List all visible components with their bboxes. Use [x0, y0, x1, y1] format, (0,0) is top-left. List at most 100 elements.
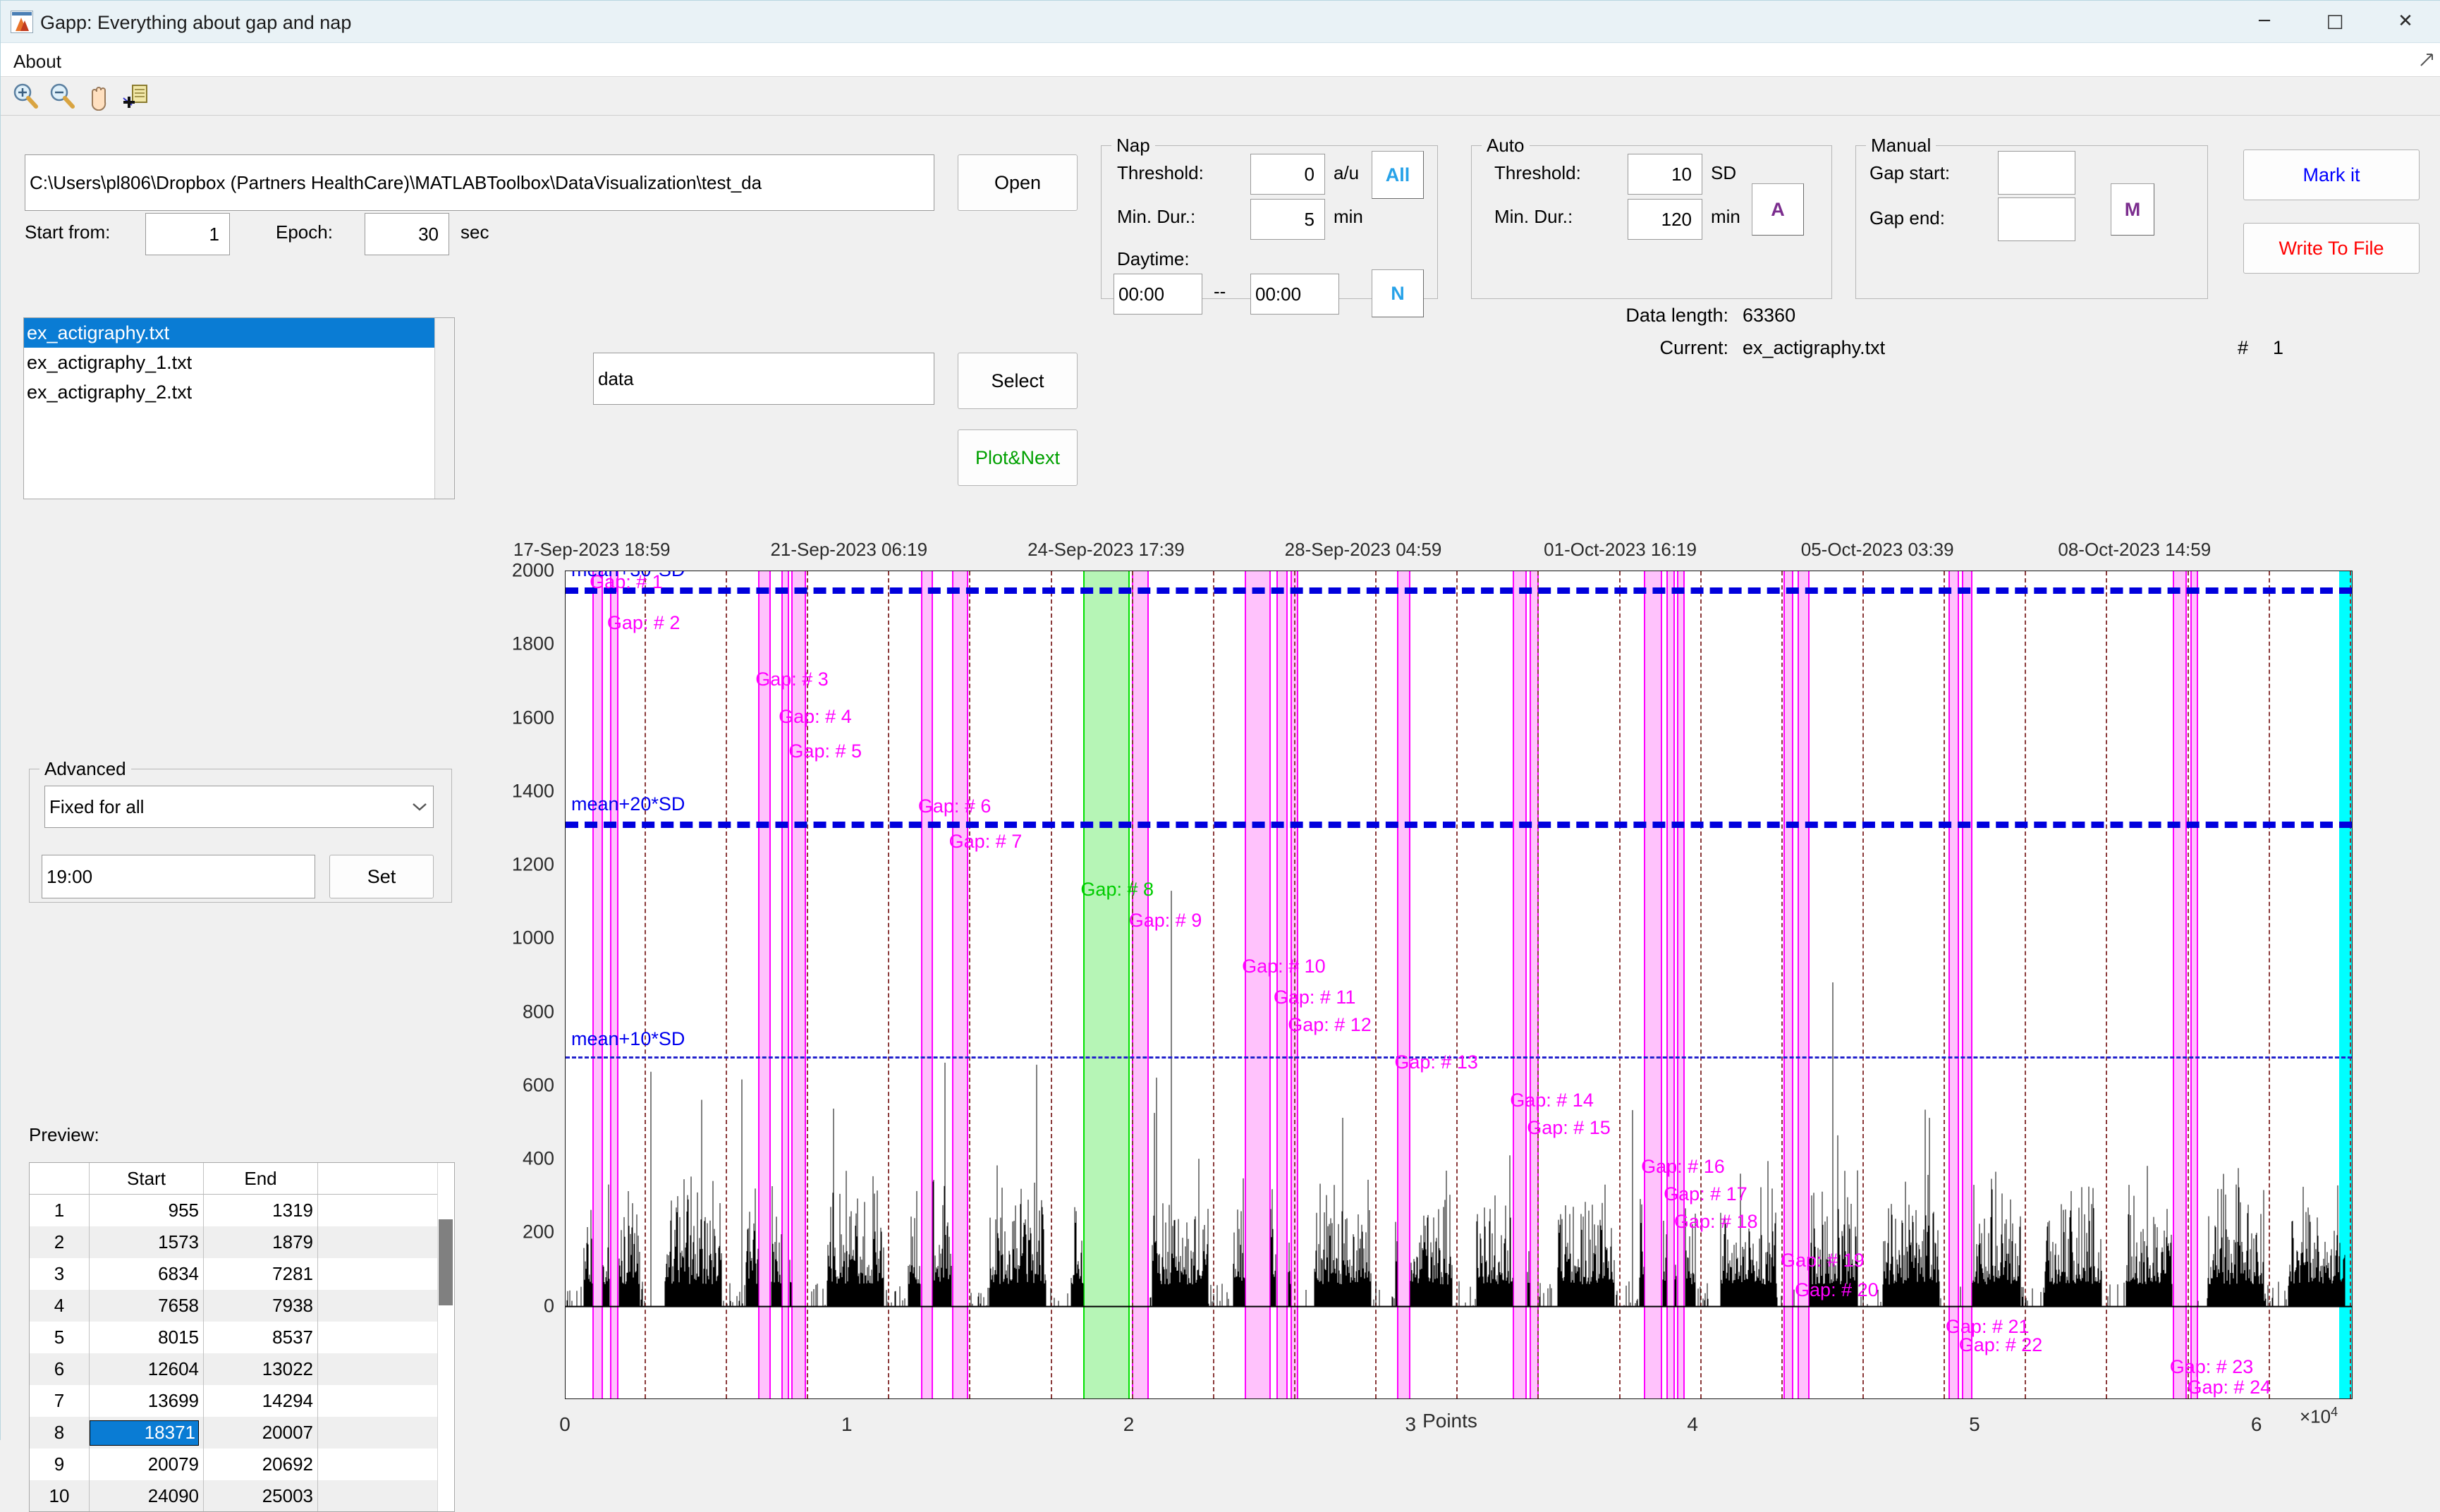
menu-item-about[interactable]: About [9, 49, 66, 74]
cell-start[interactable]: 24090 [90, 1480, 204, 1512]
preview-table[interactable]: StartEnd19551319215731879368347281476587… [29, 1162, 455, 1512]
cell-start[interactable]: 7658 [90, 1290, 204, 1322]
corner-cell [30, 1163, 90, 1194]
minimize-button[interactable]: ─ [2229, 1, 2300, 42]
file-path-input[interactable]: C:\Users\pl806\Dropbox (Partners HealthC… [25, 154, 934, 211]
nap-daytime-end-input[interactable]: 00:00 [1250, 274, 1339, 315]
auto-min-dur-input[interactable]: 120 [1628, 199, 1702, 240]
chart-gap-label: Gap: # 10 [1242, 956, 1326, 977]
auto-a-button[interactable]: A [1752, 183, 1804, 236]
chart-top-tick-label: 21-Sep-2023 06:19 [770, 539, 927, 561]
data-length-label: Data length: [1602, 305, 1728, 327]
cell-end[interactable]: 20692 [204, 1449, 318, 1480]
close-button[interactable]: ✕ [2370, 1, 2440, 42]
open-button[interactable]: Open [958, 154, 1078, 211]
manual-panel-title: Manual [1866, 135, 1936, 157]
cell-end[interactable]: 1879 [204, 1226, 318, 1258]
nap-all-button[interactable]: All [1372, 151, 1424, 199]
advanced-panel-title: Advanced [39, 758, 131, 780]
row-index-cell: 8 [30, 1417, 90, 1449]
cell-start[interactable]: 20079 [90, 1449, 204, 1480]
chart-plot-area[interactable]: Gap: # 1Gap: # 2Gap: # 3Gap: # 4Gap: # 5… [565, 571, 2353, 1399]
chart-y-tick-label: 1800 [413, 633, 554, 655]
manual-gap-start-input[interactable] [1998, 151, 2075, 195]
chart-gap-label: Gap: # 15 [1527, 1117, 1611, 1139]
select-button[interactable]: Select [958, 353, 1078, 409]
cell-start[interactable]: 6834 [90, 1258, 204, 1290]
table-row[interactable]: 92007920692 [30, 1449, 454, 1480]
row-index-cell: 2 [30, 1226, 90, 1258]
table-row[interactable]: 476587938 [30, 1290, 454, 1322]
column-header-end[interactable]: End [204, 1163, 318, 1194]
cell-end[interactable]: 8537 [204, 1322, 318, 1353]
cell-start[interactable]: 13699 [90, 1385, 204, 1417]
auto-threshold-input[interactable]: 10 [1628, 154, 1702, 195]
manual-m-button[interactable]: M [2111, 183, 2154, 236]
nap-daytime-start-input[interactable]: 00:00 [1114, 274, 1202, 315]
manual-gap-end-label: Gap end: [1869, 207, 1945, 229]
cell-start[interactable]: 1573 [90, 1226, 204, 1258]
file-list-item[interactable]: ex_actigraphy_2.txt [24, 377, 454, 407]
advanced-mode-select[interactable]: Fixed for all [44, 786, 434, 828]
data-cursor-icon[interactable] [121, 81, 150, 111]
cell-end[interactable]: 20007 [204, 1417, 318, 1449]
current-file-label: Current: [1602, 337, 1728, 359]
cell-end[interactable]: 1319 [204, 1195, 318, 1226]
variable-name-input[interactable]: data [593, 353, 934, 405]
file-list-item[interactable]: ex_actigraphy.txt [24, 318, 454, 348]
cell-start[interactable]: 8015 [90, 1322, 204, 1353]
manual-gap-end-input[interactable] [1998, 197, 2075, 241]
chart-signal-trace [566, 571, 2352, 1398]
table-row[interactable]: 81837120007 [30, 1417, 454, 1449]
advanced-time-input[interactable]: 19:00 [42, 855, 315, 898]
cell-start[interactable]: 955 [90, 1195, 204, 1226]
start-from-input[interactable]: 1 [145, 213, 230, 255]
cell-end[interactable]: 7938 [204, 1290, 318, 1322]
table-row[interactable]: 368347281 [30, 1258, 454, 1290]
cell-start[interactable]: 18371 [90, 1417, 204, 1449]
maximize-button[interactable]: □ [2300, 1, 2370, 42]
chart-x-axis-label: Points [466, 1410, 2434, 1432]
file-list-item[interactable]: ex_actigraphy_1.txt [24, 348, 454, 377]
table-row[interactable]: 19551319 [30, 1195, 454, 1226]
table-row[interactable]: 61260413022 [30, 1353, 454, 1385]
file-list-scrollbar[interactable] [434, 318, 454, 499]
cell-end[interactable]: 25003 [204, 1480, 318, 1512]
epoch-input[interactable]: 30 [365, 213, 449, 255]
nap-min-dur-input[interactable]: 5 [1250, 199, 1325, 240]
cell-end[interactable]: 13022 [204, 1353, 318, 1385]
table-row[interactable]: 71369914294 [30, 1385, 454, 1417]
chart-y-tick-label: 0 [413, 1295, 554, 1317]
chart-y-tick-label: 800 [413, 1001, 554, 1023]
chart-gap-label: Gap: # 3 [755, 669, 829, 690]
table-row[interactable]: 215731879 [30, 1226, 454, 1258]
table-row[interactable]: 102409025003 [30, 1480, 454, 1512]
column-header-start[interactable]: Start [90, 1163, 204, 1194]
nap-threshold-label: Threshold: [1117, 162, 1204, 184]
cell-start[interactable]: 12604 [90, 1353, 204, 1385]
actigraphy-chart[interactable]: 17-Sep-2023 18:5921-Sep-2023 06:1924-Sep… [466, 419, 2434, 1440]
table-row[interactable]: 580158537 [30, 1322, 454, 1353]
pan-icon[interactable] [84, 81, 114, 111]
maximize-icon: □ [2326, 11, 2344, 32]
start-from-label: Start from: [25, 221, 110, 243]
cell-end[interactable]: 7281 [204, 1258, 318, 1290]
cell-end[interactable]: 14294 [204, 1385, 318, 1417]
nap-n-button[interactable]: N [1372, 269, 1424, 317]
chart-y-tick-label: 600 [413, 1074, 554, 1096]
zoom-out-icon[interactable] [47, 81, 77, 111]
manual-gap-start-label: Gap start: [1869, 162, 1950, 184]
chart-threshold-label: mean+20*SD [571, 793, 685, 815]
write-to-file-button[interactable]: Write To File [2243, 223, 2420, 274]
chart-y-tick-label: 2000 [413, 560, 554, 582]
file-list[interactable]: ex_actigraphy.txtex_actigraphy_1.txtex_a… [23, 317, 455, 499]
zoom-in-icon[interactable] [11, 81, 40, 111]
mark-it-button[interactable]: Mark it [2243, 150, 2420, 200]
preview-scrollbar[interactable] [437, 1163, 454, 1511]
chart-y-tick-label: 1600 [413, 707, 554, 728]
nap-threshold-input[interactable]: 0 [1250, 154, 1325, 195]
file-index-value: 1 [2273, 337, 2283, 359]
resize-corner-icon[interactable] [2420, 53, 2435, 68]
app-window: Gapp: Everything about gap and nap ─ □ ✕… [0, 0, 2440, 1440]
window-title: Gapp: Everything about gap and nap [40, 12, 351, 34]
